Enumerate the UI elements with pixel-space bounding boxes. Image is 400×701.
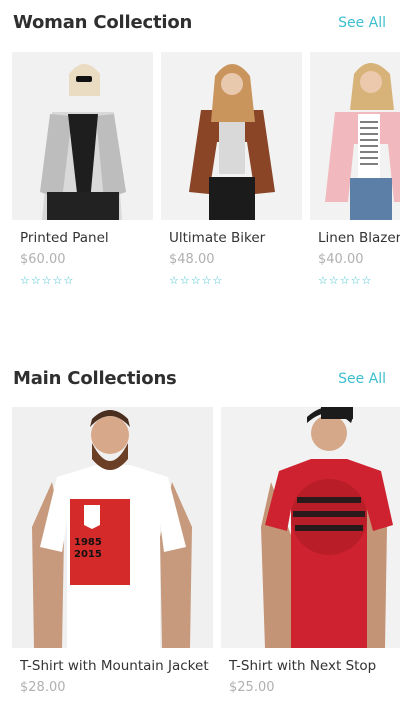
product-name: T-Shirt with Mountain Jacket xyxy=(20,658,209,674)
product-name: Linen Blazer xyxy=(318,230,400,246)
product-price: $40.00 xyxy=(318,252,364,267)
section-title: Main Collections xyxy=(13,368,177,389)
product-name: T-Shirt with Next Stop xyxy=(229,658,377,674)
product-image xyxy=(12,52,153,220)
product-image: 1985 2015 xyxy=(12,407,213,648)
rating-stars-icon: ☆☆☆☆☆ xyxy=(169,274,224,287)
svg-text:2015: 2015 xyxy=(74,549,102,560)
product-card[interactable]: Linen Blazer $40.00 ☆☆☆☆☆ xyxy=(310,52,400,292)
product-image xyxy=(161,52,302,220)
product-image xyxy=(221,407,400,648)
main-collections-header: Main Collections See All xyxy=(0,358,400,398)
product-card[interactable]: Ultimate Biker $48.00 ☆☆☆☆☆ xyxy=(161,52,302,292)
product-name: Ultimate Biker xyxy=(169,230,266,246)
product-card[interactable]: Printed Panel $60.00 ☆☆☆☆☆ xyxy=(12,52,153,292)
see-all-link[interactable]: See All xyxy=(338,15,386,31)
product-card[interactable]: 1985 2015 T-Shirt with Mountain Jacket $… xyxy=(12,407,213,701)
product-price: $25.00 xyxy=(229,680,275,695)
rating-stars-icon: ☆☆☆☆☆ xyxy=(20,274,75,287)
product-image xyxy=(310,52,400,220)
product-price: $28.00 xyxy=(20,680,66,695)
rating-stars-icon: ☆☆☆☆☆ xyxy=(318,274,373,287)
product-name: Printed Panel xyxy=(20,230,109,246)
woman-collection-header: Woman Collection See All xyxy=(0,2,400,42)
see-all-link[interactable]: See All xyxy=(338,371,386,387)
product-card[interactable]: T-Shirt with Next Stop $25.00 xyxy=(221,407,400,701)
product-price: $48.00 xyxy=(169,252,215,267)
section-title: Woman Collection xyxy=(13,12,193,33)
product-price: $60.00 xyxy=(20,252,66,267)
svg-text:1985: 1985 xyxy=(74,537,102,548)
